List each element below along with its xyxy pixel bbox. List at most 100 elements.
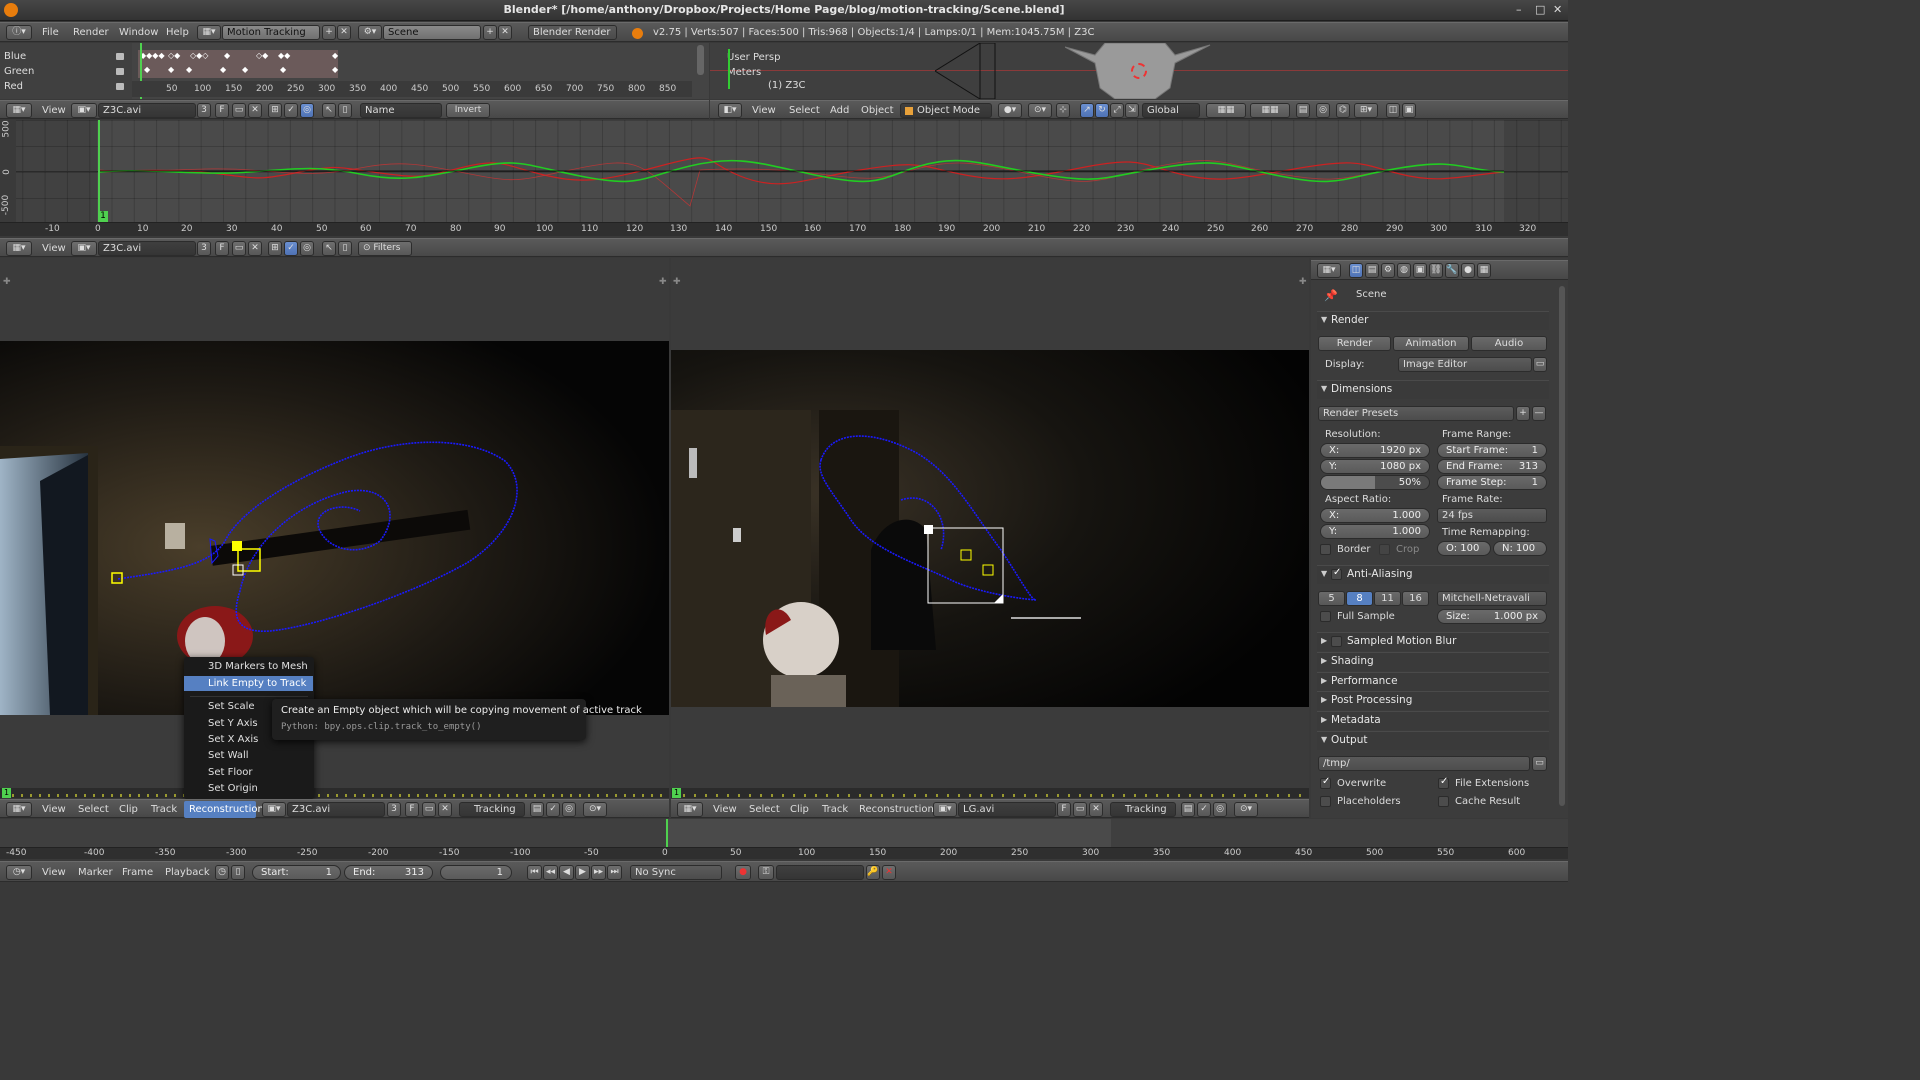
dopesheet-scrollbar[interactable] <box>697 45 704 75</box>
editor-type-icon[interactable]: ◷▾ <box>6 865 32 880</box>
jump-keyframe-forward-icon[interactable]: ▸▸ <box>591 865 606 880</box>
maximize-icon[interactable]: □ <box>1535 3 1545 16</box>
curve-view-icon[interactable]: ✓ <box>1197 802 1211 817</box>
view-mode-icon[interactable]: ▤ <box>530 802 544 817</box>
scene-icon[interactable]: ⚙▾ <box>358 25 382 40</box>
clip-clip-menu[interactable]: Clip <box>790 804 809 815</box>
left-area-split-icon[interactable]: ✚ <box>3 277 11 287</box>
viewport-select-menu[interactable]: Select <box>789 105 820 116</box>
lock-icon[interactable] <box>116 83 124 90</box>
track-marker-active[interactable] <box>232 539 262 569</box>
menu-window[interactable]: Window <box>119 27 158 38</box>
menu-item-set-y-axis[interactable]: Set Y Axis <box>208 718 258 729</box>
fake-user-button[interactable]: F <box>1057 802 1071 817</box>
viewport-view-menu[interactable]: View <box>752 105 776 116</box>
editor-type-icon[interactable]: ◧▾ <box>718 103 742 118</box>
border-checkbox[interactable] <box>1320 544 1331 555</box>
fps-select[interactable]: 24 fps <box>1437 508 1547 523</box>
audio-button[interactable]: Audio <box>1471 336 1547 351</box>
menu-item-set-origin[interactable]: Set Origin <box>208 783 258 794</box>
constraints-tab-icon[interactable]: ⛓ <box>1429 263 1443 278</box>
editor-type-icon[interactable]: ▦▾ <box>6 241 32 256</box>
sync-mode-select[interactable]: No Sync <box>630 865 722 880</box>
render-tab-icon[interactable]: ◫ <box>1349 263 1363 278</box>
post-processing-panel[interactable]: ▶ Post Processing <box>1317 691 1549 710</box>
timeline-marker-menu[interactable]: Marker <box>78 867 113 878</box>
dopesheet-view-menu[interactable]: View <box>42 105 66 116</box>
clip-name-field[interactable]: Z3C.avi <box>98 103 196 118</box>
close-icon[interactable]: ✕ <box>1553 3 1562 16</box>
screen-layout-icon[interactable]: ▦▾ <box>197 25 221 40</box>
full-sample-checkbox[interactable] <box>1320 611 1331 622</box>
cache-result-checkbox[interactable] <box>1438 796 1449 807</box>
aa-samples-16[interactable]: 16 <box>1402 591 1429 606</box>
play-icon[interactable]: ▶ <box>575 865 590 880</box>
render-engine-select[interactable]: Blender Render <box>528 25 617 40</box>
texture-tab-icon[interactable]: ▦ <box>1477 263 1491 278</box>
clip-view-menu[interactable]: View <box>713 804 737 815</box>
invert-filter-icon[interactable]: ▯ <box>338 103 352 118</box>
aa-filter-select[interactable]: Mitchell-Netravali <box>1437 591 1547 606</box>
jump-keyframe-back-icon[interactable]: ◂◂ <box>543 865 558 880</box>
lock-time-icon[interactable]: ▯ <box>338 241 352 256</box>
crop-checkbox[interactable] <box>1379 544 1390 555</box>
clip-file-field[interactable]: LG.avi <box>958 802 1056 817</box>
output-path-field[interactable]: /tmp/ <box>1318 756 1530 771</box>
sampled-motion-blur-panel[interactable]: ▶ Sampled Motion Blur <box>1317 632 1549 651</box>
track-marker[interactable] <box>110 571 124 585</box>
proportional-edit-icon[interactable]: ◎ <box>1316 103 1330 118</box>
show-errors-icon[interactable]: ◎ <box>300 241 314 256</box>
clip-name-field[interactable]: Z3C.avi <box>98 241 196 256</box>
render-panel-header[interactable]: ▼ Render <box>1317 311 1549 330</box>
open-clip-icon[interactable]: ▭ <box>1073 802 1087 817</box>
open-clip-icon[interactable]: ▭ <box>232 103 246 118</box>
curve-view-icon[interactable]: ✓ <box>546 802 560 817</box>
modifiers-tab-icon[interactable]: 🔧 <box>1445 263 1459 278</box>
object-mode-select[interactable]: Object Mode <box>900 103 992 118</box>
graph-view-menu[interactable]: View <box>42 243 66 254</box>
clip-editor-right[interactable]: ✚ ✚ 1 <box>671 258 1309 798</box>
timeline-playhead[interactable] <box>666 819 668 849</box>
unlink-clip-icon[interactable]: ✕ <box>248 241 262 256</box>
viewport-3d[interactable]: User Persp Meters (1) Z3C <box>710 43 1568 99</box>
clip-users-count[interactable]: 3 <box>387 802 401 817</box>
viewport-add-menu[interactable]: Add <box>830 105 849 116</box>
channel-green[interactable]: Green <box>4 66 34 77</box>
graph-filter-icon[interactable]: ⊞ <box>268 241 282 256</box>
insert-keyframe-icon[interactable]: 🔑 <box>866 865 880 880</box>
output-panel-header[interactable]: ▼ Output <box>1317 731 1549 750</box>
end-frame-field[interactable]: End Frame: 313 <box>1437 459 1547 474</box>
right-area-split-icon[interactable]: ✚ <box>673 277 681 287</box>
pivot-icon[interactable]: ⊙▾ <box>583 802 607 817</box>
aa-samples-11[interactable]: 11 <box>1374 591 1401 606</box>
render-layers-tab-icon[interactable]: ▤ <box>1365 263 1379 278</box>
translate-icon[interactable]: ↗ <box>1080 103 1094 118</box>
keying-set-field[interactable] <box>776 865 864 880</box>
menu-item-set-scale[interactable]: Set Scale <box>208 701 255 712</box>
clip-clip-menu[interactable]: Clip <box>119 804 138 815</box>
snap-icon[interactable]: ⌬ <box>1336 103 1350 118</box>
show-curves-icon[interactable]: ✓ <box>284 241 298 256</box>
keyframe-row-blue[interactable]: ◆◆◆◆ ◇◆ ◇◆◇ ◆ ◇◆ ◆◆ ◆ <box>140 51 340 63</box>
aspect-y-field[interactable]: Y: 1.000 <box>1320 524 1430 539</box>
filters-button[interactable]: ⊙ Filters <box>358 241 412 256</box>
start-frame-field[interactable]: Start: 1 <box>252 865 341 880</box>
current-frame-field[interactable]: 1 <box>440 865 512 880</box>
placeholders-checkbox[interactable] <box>1320 796 1331 807</box>
display-select[interactable]: Image Editor <box>1398 357 1532 372</box>
resolution-percent-slider[interactable]: 50% <box>1320 475 1430 490</box>
keyframe-row-green[interactable]: ◆ ◆ ◆ ◆ ◆ ◆ ◆ <box>140 65 340 77</box>
rotate-icon[interactable]: ↻ <box>1095 103 1109 118</box>
clip-track-menu[interactable]: Track <box>151 804 177 815</box>
scene-field[interactable]: Scene <box>383 25 481 40</box>
remove-screen-button[interactable]: ✕ <box>337 25 351 40</box>
cursor-icon[interactable]: ↖ <box>322 241 336 256</box>
file-extensions-checkbox[interactable] <box>1438 776 1449 789</box>
add-screen-button[interactable]: + <box>322 25 336 40</box>
menu-item-set-x-axis[interactable]: Set X Axis <box>208 734 258 745</box>
screen-layout-field[interactable]: Motion Tracking <box>222 25 320 40</box>
delete-keyframe-icon[interactable]: ✕ <box>882 865 896 880</box>
material-tab-icon[interactable]: ● <box>1461 263 1475 278</box>
viewport-object-menu[interactable]: Object <box>861 105 894 116</box>
scene-tab-icon[interactable]: ⚙ <box>1381 263 1395 278</box>
